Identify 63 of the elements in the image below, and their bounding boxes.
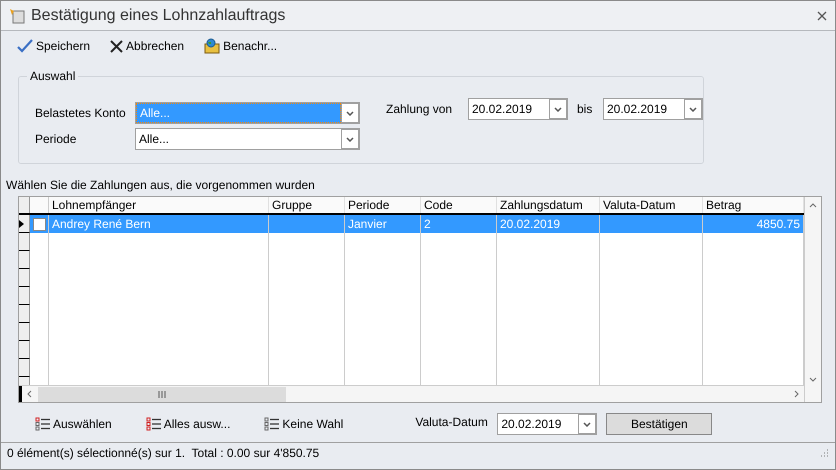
field-label: Belastetes Konto [35, 105, 127, 122]
column-header[interactable]: Code [421, 197, 497, 213]
row-header[interactable] [19, 341, 30, 359]
combo-box[interactable]: 20.02.2019 [603, 98, 703, 120]
row-header[interactable] [19, 269, 30, 287]
checklist-icon [146, 417, 162, 431]
grip-icon [158, 390, 166, 398]
resize-grip-icon [819, 448, 829, 458]
row-pointer-icon [19, 220, 24, 228]
chevron-up-icon[interactable] [808, 201, 818, 209]
window-title: Bestätigung eines Lohnzahlauftrags [31, 6, 286, 26]
horizontal-scrollbar[interactable] [19, 385, 804, 402]
chevron-down-icon [689, 106, 697, 112]
column-header[interactable]: Periode [345, 197, 421, 213]
chevron-down-icon [346, 136, 354, 142]
row-checkbox[interactable] [32, 218, 46, 230]
confirm-button[interactable]: Bestätigen [606, 413, 712, 435]
close-icon [110, 40, 124, 52]
field-label: bis [576, 101, 594, 118]
status-text: 0 élément(s) sélectionné(s) sur 1. Total : 0.00 sur 4'850.75 [7, 444, 320, 462]
row-header[interactable] [19, 287, 30, 305]
row-header[interactable] [19, 323, 30, 341]
checklist-icon [35, 417, 51, 431]
field-label: Zahlung von [386, 101, 454, 118]
selection-button[interactable]: Auswählen [35, 415, 112, 433]
dropdown-button[interactable] [549, 99, 567, 119]
field-label: Periode [35, 131, 78, 148]
toolbar-button[interactable]: Speichern [17, 37, 90, 55]
selection-button[interactable]: Keine Wahl [264, 415, 344, 433]
column-header[interactable]: Betrag [703, 197, 804, 213]
vertical-scrollbar[interactable] [804, 197, 821, 402]
chevron-down-icon [554, 106, 562, 112]
column-header[interactable]: Zahlungsdatum [497, 197, 600, 213]
chevron-down-icon [583, 422, 592, 426]
toolbar-button[interactable]: Abbrechen [110, 37, 184, 55]
field-label: Valuta-Datum [415, 414, 489, 431]
column-header[interactable]: Gruppe [269, 197, 345, 213]
selection-button[interactable]: Alles ausw... [146, 415, 230, 433]
combo-box[interactable]: 20.02.2019 [497, 413, 598, 435]
scroll-thumb[interactable] [38, 386, 286, 402]
instruction-text: Wählen Sie die Zahlungen aus, die vorgenommen wurden [6, 177, 316, 192]
close-icon[interactable] [817, 10, 827, 20]
combo-box[interactable]: Alle... [135, 128, 360, 150]
checklist-icon [264, 417, 280, 431]
chevron-down-icon[interactable] [808, 376, 818, 384]
dropdown-button[interactable] [341, 129, 359, 149]
dropdown-button[interactable] [341, 103, 359, 123]
folder-globe-icon [204, 38, 220, 54]
row-header[interactable] [19, 359, 30, 377]
row-header[interactable] [19, 215, 30, 233]
column-header[interactable]: Lohnempfänger [49, 197, 269, 213]
row-header[interactable] [19, 233, 30, 251]
chevron-down-icon [346, 110, 354, 116]
dropdown-button[interactable] [578, 414, 596, 434]
combo-box[interactable]: 20.02.2019 [468, 98, 568, 120]
dropdown-button[interactable] [684, 99, 702, 119]
toolbar-button[interactable]: Benachr... [204, 37, 278, 55]
group-title: Auswahl [29, 68, 76, 85]
row-header[interactable] [19, 305, 30, 323]
checkmark-icon [17, 39, 33, 53]
document-icon [9, 8, 25, 24]
row-header[interactable] [19, 251, 30, 269]
column-header[interactable]: Valuta-Datum [600, 197, 703, 213]
